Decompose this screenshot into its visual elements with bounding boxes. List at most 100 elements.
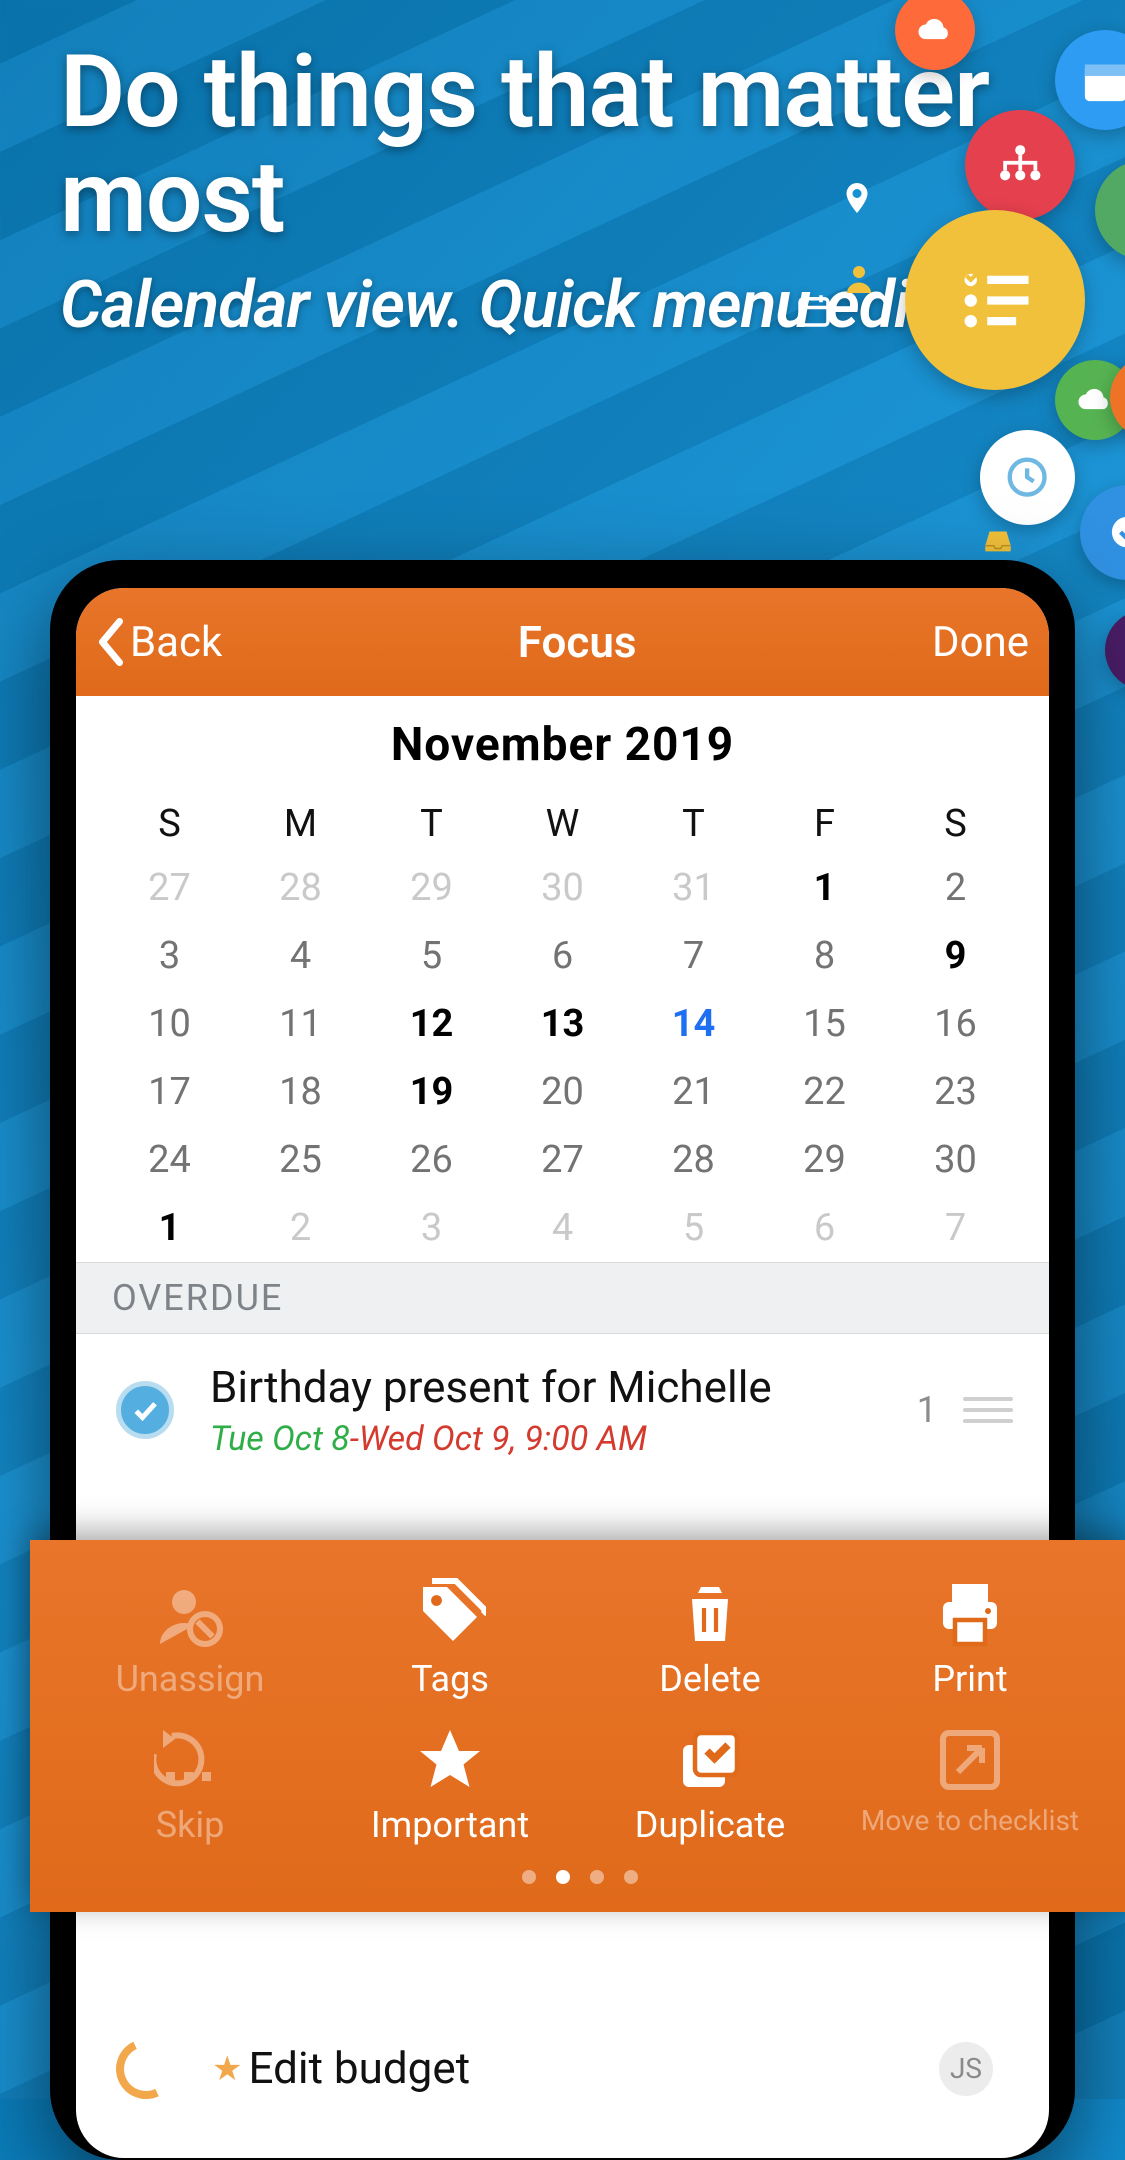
calendar-day-cell[interactable]: 22 — [759, 1058, 890, 1126]
calendar-day-cell[interactable]: 20 — [497, 1058, 628, 1126]
navbar-title: Focus — [518, 616, 637, 668]
move-to-checklist-label: Move to checklist — [861, 1804, 1079, 1837]
done-button[interactable]: Done — [932, 618, 1029, 667]
calendar-day-cell[interactable]: 5 — [628, 1194, 759, 1262]
calendar-day-cell[interactable]: 28 — [628, 1126, 759, 1194]
task-row[interactable]: ★ Edit budget JS — [76, 2029, 1049, 2099]
calendar-day-cell[interactable]: 24 — [104, 1126, 235, 1194]
task-row[interactable]: Birthday present for Michelle Tue Oct 8-… — [76, 1334, 1049, 1469]
task-start-date: Tue Oct 8 — [210, 1419, 350, 1459]
calendar-dow-cell: T — [628, 790, 759, 854]
calendar-day-cell[interactable]: 3 — [104, 922, 235, 990]
calendar-day-cell[interactable]: 6 — [497, 922, 628, 990]
calendar-day-cell[interactable]: 6 — [759, 1194, 890, 1262]
quick-menu-page-dots[interactable] — [60, 1870, 1100, 1884]
cloud-bubble-icon — [895, 0, 975, 70]
calendar-day-cell[interactable]: 19 — [366, 1058, 497, 1126]
star-icon — [414, 1724, 486, 1796]
calendar-day-cell[interactable]: 2 — [890, 854, 1021, 922]
page-dot[interactable] — [556, 1870, 570, 1884]
calendar-day-cell[interactable]: 30 — [890, 1126, 1021, 1194]
calendar-day-cell[interactable]: 29 — [759, 1126, 890, 1194]
print-button[interactable]: Print — [840, 1578, 1100, 1700]
reorder-handle-icon[interactable] — [963, 1397, 1013, 1423]
calendar-day-cell[interactable]: 31 — [628, 854, 759, 922]
calendar-day-cell[interactable]: 4 — [497, 1194, 628, 1262]
quick-menu-sheet[interactable]: Unassign Tags Delete Print Skip Importan… — [30, 1540, 1125, 1912]
calendar-day-cell[interactable]: 27 — [497, 1126, 628, 1194]
pin-outline-icon — [839, 180, 875, 228]
calendar-day-cell[interactable]: 2 — [235, 1194, 366, 1262]
calendar-day-cell[interactable]: 8 — [759, 922, 890, 990]
checklist-bubble-icon — [905, 210, 1085, 390]
phone-frame: Back Focus Done November 2019 SMTWTFS 27… — [50, 560, 1075, 2160]
task-date-sep: - — [350, 1419, 359, 1459]
print-label: Print — [932, 1658, 1007, 1700]
calendar-dow-cell: W — [497, 790, 628, 854]
calendar-day-cell[interactable]: 13 — [497, 990, 628, 1058]
calendar-day-cell[interactable]: 15 — [759, 990, 890, 1058]
calendar-day-cell[interactable]: 12 — [366, 990, 497, 1058]
calendar-day-cell[interactable]: 11 — [235, 990, 366, 1058]
calendar-day-cell[interactable]: 30 — [497, 854, 628, 922]
calendar-day-cell[interactable]: 16 — [890, 990, 1021, 1058]
calendar-day-cell[interactable]: 29 — [366, 854, 497, 922]
checkmark-icon — [130, 1395, 160, 1425]
calendar-day-cell[interactable]: 9 — [890, 922, 1021, 990]
skip-icon — [154, 1724, 226, 1796]
trash-icon — [674, 1578, 746, 1650]
calendar-dow-cell: S — [890, 790, 1021, 854]
calendar-day-cell[interactable]: 21 — [628, 1058, 759, 1126]
calendar-day-cell[interactable]: 10 — [104, 990, 235, 1058]
calendar-day-cell[interactable]: 1 — [104, 1194, 235, 1262]
skip-button[interactable]: Skip — [60, 1724, 320, 1846]
loading-spinner-icon — [108, 2030, 185, 2107]
calendar-day-cell[interactable]: 5 — [366, 922, 497, 990]
page-dot[interactable] — [522, 1870, 536, 1884]
calendar-grid[interactable]: 2728293031123456789101112131415161718192… — [76, 854, 1049, 1262]
calendar-day-cell[interactable]: 14 — [628, 990, 759, 1058]
search-bubble-icon — [1105, 610, 1125, 690]
calendar-dow-cell: F — [759, 790, 890, 854]
duplicate-button[interactable]: Duplicate — [580, 1724, 840, 1846]
back-button[interactable]: Back — [96, 618, 222, 667]
move-to-checklist-icon — [934, 1724, 1006, 1796]
tags-button[interactable]: Tags — [320, 1578, 580, 1700]
calendar-day-cell[interactable]: 7 — [628, 922, 759, 990]
calendar-outline-icon — [793, 290, 835, 332]
calendar-day-cell[interactable]: 18 — [235, 1058, 366, 1126]
user-outline-icon — [841, 260, 877, 296]
calendar-day-cell[interactable]: 26 — [366, 1126, 497, 1194]
task-checkbox[interactable] — [116, 1381, 174, 1439]
calendar-day-cell[interactable]: 3 — [366, 1194, 497, 1262]
calendar-day-cell[interactable]: 7 — [890, 1194, 1021, 1262]
quick-menu-row-1: Unassign Tags Delete Print — [60, 1578, 1100, 1700]
page-dot[interactable] — [624, 1870, 638, 1884]
important-label: Important — [371, 1804, 529, 1846]
calendar-dow-row: SMTWTFS — [76, 790, 1049, 854]
task-end-date: Wed Oct 9, 9:00 AM — [359, 1419, 647, 1459]
page-dot[interactable] — [590, 1870, 604, 1884]
unassign-button[interactable]: Unassign — [60, 1578, 320, 1700]
calendar-month-label[interactable]: November 2019 — [76, 696, 1049, 790]
unassign-label: Unassign — [116, 1658, 265, 1700]
delete-button[interactable]: Delete — [580, 1578, 840, 1700]
hierarchy-bubble-icon — [965, 110, 1075, 220]
tags-label: Tags — [411, 1658, 489, 1700]
move-to-checklist-button[interactable]: Move to checklist — [840, 1724, 1100, 1846]
globe-bubble-icon — [1095, 160, 1125, 260]
task-subtask-count: 1 — [917, 1389, 937, 1431]
important-button[interactable]: Important — [320, 1724, 580, 1846]
calendar-day-cell[interactable]: 25 — [235, 1126, 366, 1194]
skip-label: Skip — [156, 1804, 225, 1846]
calendar-day-cell[interactable]: 27 — [104, 854, 235, 922]
calendar-dow-cell: S — [104, 790, 235, 854]
calendar-bubble-icon — [1055, 30, 1125, 130]
assignee-avatar[interactable]: JS — [939, 2042, 993, 2096]
calendar-day-cell[interactable]: 23 — [890, 1058, 1021, 1126]
calendar-day-cell[interactable]: 17 — [104, 1058, 235, 1126]
calendar-day-cell[interactable]: 1 — [759, 854, 890, 922]
calendar-day-cell[interactable]: 4 — [235, 922, 366, 990]
inbox-outline-icon — [981, 525, 1015, 555]
calendar-day-cell[interactable]: 28 — [235, 854, 366, 922]
